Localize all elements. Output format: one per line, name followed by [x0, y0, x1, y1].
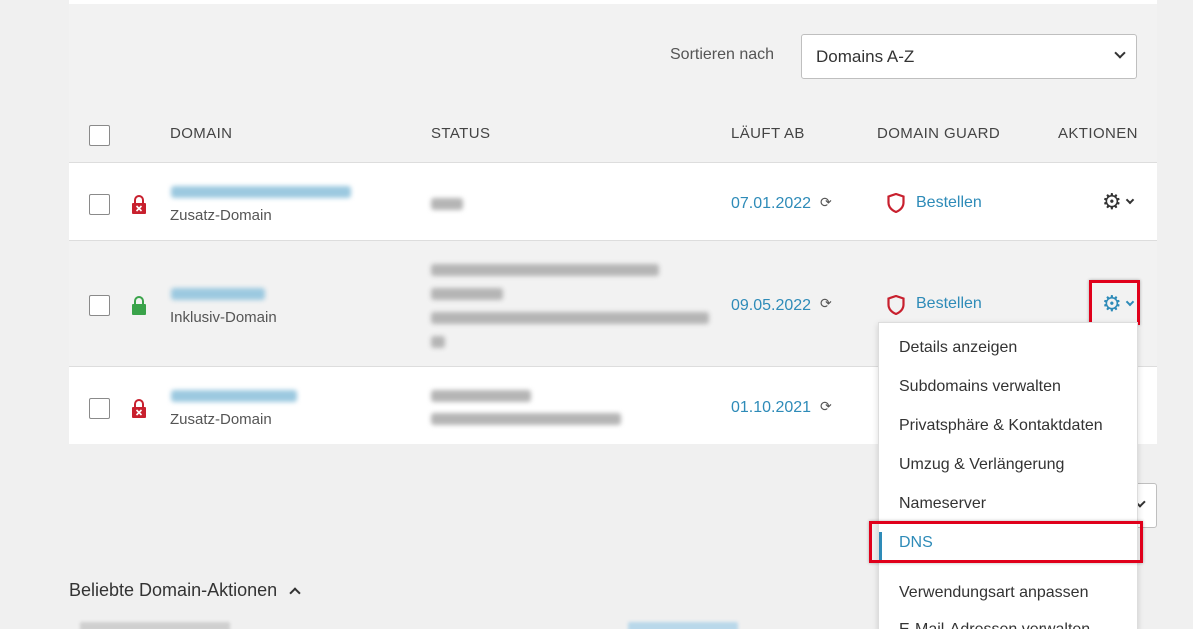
chevron-down-icon	[1125, 195, 1134, 205]
row-checkbox[interactable]	[89, 295, 110, 316]
chevron-up-icon	[289, 587, 301, 599]
actions-dropdown: Details anzeigen Subdomains verwalten Pr…	[878, 322, 1138, 629]
expiry-date[interactable]: 01.10.2021	[731, 399, 811, 417]
row-checkbox[interactable]	[89, 194, 110, 215]
table-header: DOMAIN STATUS LÄUFT AB DOMAIN GUARD AKTI…	[69, 112, 1157, 162]
domain-name[interactable]	[171, 390, 297, 402]
menu-item-privacy[interactable]: Privatsphäre & Kontaktdaten	[899, 417, 1103, 435]
cutoff-link	[628, 622, 738, 629]
domain-type: Zusatz-Domain	[170, 207, 272, 224]
domain-type: Zusatz-Domain	[170, 411, 272, 428]
refresh-icon: ⟳	[820, 194, 832, 210]
status-text	[431, 288, 503, 300]
sort-selected-value: Domains A-Z	[816, 46, 915, 66]
shield-icon	[887, 295, 905, 315]
menu-item-transfer[interactable]: Umzug & Verlängerung	[899, 456, 1064, 474]
refresh-icon: ⟳	[820, 398, 832, 414]
lock-icon	[132, 195, 146, 214]
sort-select[interactable]: Domains A-Z	[801, 34, 1137, 79]
guard-order-link[interactable]: Bestellen	[916, 295, 982, 313]
domain-name[interactable]	[171, 288, 265, 300]
popular-actions-title: Beliebte Domain-Aktionen	[69, 580, 278, 600]
expiry-date[interactable]: 09.05.2022	[731, 297, 811, 315]
header-status[interactable]: STATUS	[431, 125, 490, 142]
status-text	[431, 390, 531, 402]
popular-actions-toggle[interactable]: Beliebte Domain-Aktionen	[69, 580, 301, 601]
dns-highlight	[869, 521, 1143, 563]
menu-item-subdomains[interactable]: Subdomains verwalten	[899, 378, 1061, 396]
expiry-date[interactable]: 07.01.2022	[731, 195, 811, 213]
background-right	[1157, 0, 1193, 444]
lock-icon	[132, 399, 146, 418]
table-row: Zusatz-Domain 07.01.2022 ⟳ Bestellen ⚙	[69, 162, 1157, 240]
sort-label: Sortieren nach	[670, 46, 775, 63]
status-text	[431, 413, 621, 425]
status-text	[431, 264, 659, 276]
shield-icon	[887, 193, 905, 213]
status-text	[431, 336, 445, 348]
actions-button[interactable]: ⚙	[1102, 189, 1134, 214]
guard-order-link[interactable]: Bestellen	[916, 194, 982, 212]
menu-item-email[interactable]: E-Mail-Adressen verwalten	[899, 621, 1090, 629]
chevron-down-icon	[1114, 47, 1126, 59]
menu-item-usage-type[interactable]: Verwendungsart anpassen	[899, 584, 1088, 602]
header-expires[interactable]: LÄUFT AB	[731, 125, 805, 142]
cutoff-text	[80, 622, 230, 629]
domain-type: Inklusiv-Domain	[170, 309, 277, 326]
row-checkbox[interactable]	[89, 398, 110, 419]
select-all-checkbox[interactable]	[89, 125, 110, 146]
header-domain[interactable]: DOMAIN	[170, 125, 232, 142]
menu-item-nameserver[interactable]: Nameserver	[899, 495, 986, 513]
gear-icon: ⚙	[1102, 189, 1122, 214]
header-domain-guard: DOMAIN GUARD	[877, 125, 1001, 142]
gear-highlight	[1089, 280, 1140, 325]
domain-name[interactable]	[171, 186, 351, 198]
status-text	[431, 312, 709, 324]
refresh-icon: ⟳	[820, 295, 832, 311]
header-actions: AKTIONEN	[1058, 125, 1138, 142]
unlock-icon	[132, 296, 146, 315]
status-text	[431, 198, 463, 210]
background-left	[0, 0, 69, 444]
menu-item-details[interactable]: Details anzeigen	[899, 339, 1017, 357]
